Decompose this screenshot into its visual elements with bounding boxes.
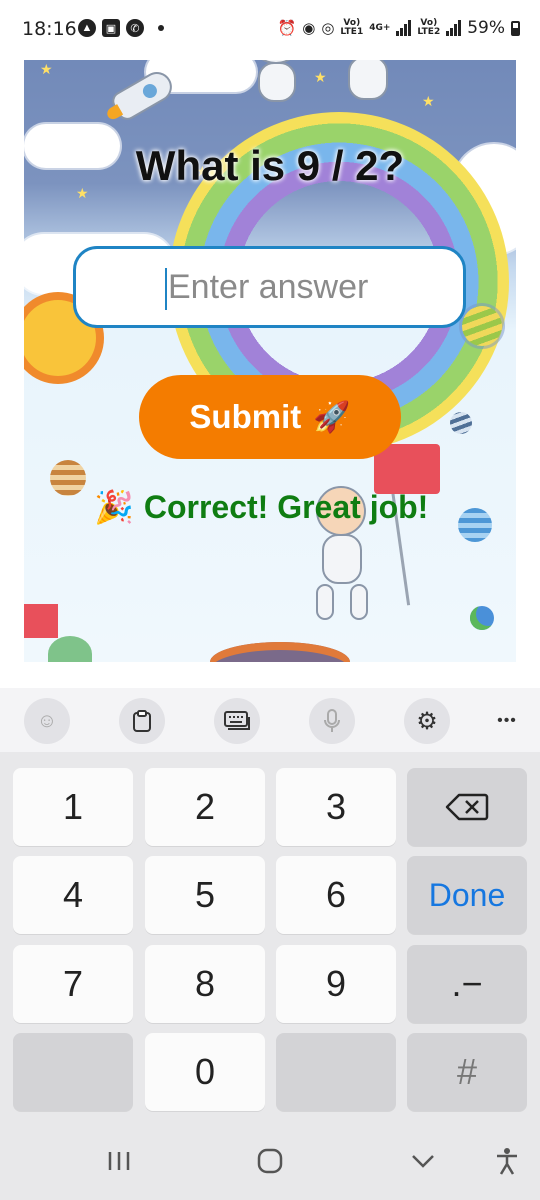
planet-decoration: [50, 460, 86, 496]
battery-percent: 59%: [467, 18, 505, 38]
alien-decoration: [48, 636, 92, 662]
app-background: ★ ★ ★ ★ ★ ★: [24, 24, 516, 662]
rocket-icon: 🚀: [313, 400, 351, 434]
signal-1-icon: [396, 20, 412, 36]
whatsapp-icon: ✆: [126, 19, 144, 37]
alarm-icon: ⏰: [277, 19, 297, 37]
home-icon[interactable]: [255, 1144, 285, 1178]
dot-minus-key[interactable]: .−: [407, 945, 527, 1023]
system-nav-bar: [0, 1122, 540, 1200]
rocket-decoration: [104, 66, 178, 124]
feedback-text: Correct! Great job!: [143, 488, 429, 525]
star-icon: ★: [40, 61, 53, 77]
settings-icon[interactable]: ⚙: [404, 698, 450, 744]
emoji-icon[interactable]: ☺: [24, 698, 70, 744]
done-key[interactable]: Done: [407, 856, 527, 934]
submit-button[interactable]: Submit 🚀: [139, 375, 401, 459]
hotspot-icon: ◎: [321, 19, 335, 37]
hide-keyboard-chevron-icon[interactable]: [408, 1144, 438, 1178]
key-6[interactable]: 6: [276, 856, 396, 934]
key-7[interactable]: 7: [13, 945, 133, 1023]
planet-decoration: [470, 606, 494, 630]
empty-key-left: [13, 1033, 133, 1111]
battery-icon: [511, 20, 520, 36]
numeric-keyboard: 1 2 3 4 5 6 Done 7 8 9 .− 0 #: [0, 752, 540, 1122]
key-9[interactable]: 9: [276, 945, 396, 1023]
mic-icon[interactable]: [309, 698, 355, 744]
text-caret: [165, 268, 167, 310]
more-icon[interactable]: •••: [484, 698, 530, 744]
net1-bottom: LTE1: [340, 27, 364, 37]
crater-decoration: [210, 642, 350, 662]
question-text: What is 9 / 2?: [135, 142, 405, 189]
net1-type: 4G+: [369, 22, 391, 33]
network-2-label: Vo) LTE2: [417, 19, 440, 37]
keyboard-icon[interactable]: [214, 698, 260, 744]
status-bar: 18:16 ▲ ▣ ✆ ⏰ ◉ ◎ Vo) LTE1 4G+ Vo) LTE2 …: [0, 0, 540, 60]
clipboard-icon[interactable]: [119, 698, 165, 744]
status-right: ⏰ ◉ ◎ Vo) LTE1 4G+ Vo) LTE2 59%: [278, 18, 520, 38]
party-popper-icon: 🎉: [94, 489, 134, 525]
empty-key-right: [276, 1033, 396, 1111]
gallery-icon: ▣: [102, 19, 120, 37]
answer-input[interactable]: [73, 246, 466, 328]
net2-bottom: LTE2: [417, 27, 441, 37]
planet-decoration: [462, 306, 502, 346]
keyboard-toolbar: ☺ ⚙ •••: [0, 688, 540, 752]
submit-label: Submit: [189, 398, 302, 435]
key-0[interactable]: 0: [145, 1033, 265, 1111]
planet-decoration: [450, 412, 472, 434]
navigation-app-icon: ▲: [78, 19, 96, 37]
notification-icons: ▲ ▣ ✆: [78, 19, 164, 37]
key-5[interactable]: 5: [145, 856, 265, 934]
accessibility-icon[interactable]: [492, 1144, 522, 1178]
feedback-message: 🎉 Correct! Great job!: [94, 488, 428, 526]
flag-decoration: [24, 604, 58, 638]
key-1[interactable]: 1: [13, 768, 133, 846]
hash-key[interactable]: #: [407, 1033, 527, 1111]
recent-apps-icon[interactable]: [104, 1144, 134, 1178]
signal-2-icon: [446, 20, 462, 36]
key-2[interactable]: 2: [145, 768, 265, 846]
key-8[interactable]: 8: [145, 945, 265, 1023]
key-3[interactable]: 3: [276, 768, 396, 846]
network-1-label: Vo) LTE1: [340, 19, 363, 37]
key-4[interactable]: 4: [13, 856, 133, 934]
more-notifications-dot-icon: [158, 25, 164, 31]
nfc-icon: ◉: [302, 19, 316, 37]
planet-decoration: [458, 508, 492, 542]
backspace-key[interactable]: [407, 768, 527, 846]
star-icon: ★: [422, 93, 435, 109]
backspace-icon: [445, 793, 489, 821]
status-time: 18:16: [22, 18, 77, 40]
